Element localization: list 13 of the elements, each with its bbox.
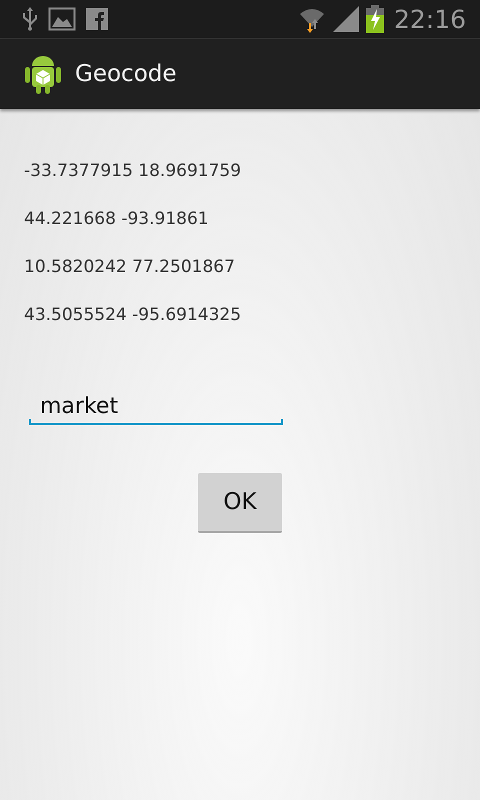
coordinates-text: 44.221668 -93.91861 [24, 208, 210, 231]
ok-button[interactable]: OK [198, 473, 282, 533]
facebook-icon [86, 8, 108, 30]
coordinates-text: -33.7377915 18.9691759 [24, 160, 242, 183]
signal-icon [332, 5, 360, 33]
android-robot-icon [25, 53, 61, 95]
clock-time: 22:16 [394, 4, 466, 34]
image-icon [48, 6, 76, 32]
coordinates-text: 43.5055524 -95.6914325 [24, 304, 242, 327]
coordinates-text: 10.5820242 77.2501867 [24, 256, 236, 279]
app-title: Geocode [75, 61, 177, 87]
usb-icon [22, 6, 38, 32]
battery-icon [366, 5, 384, 33]
